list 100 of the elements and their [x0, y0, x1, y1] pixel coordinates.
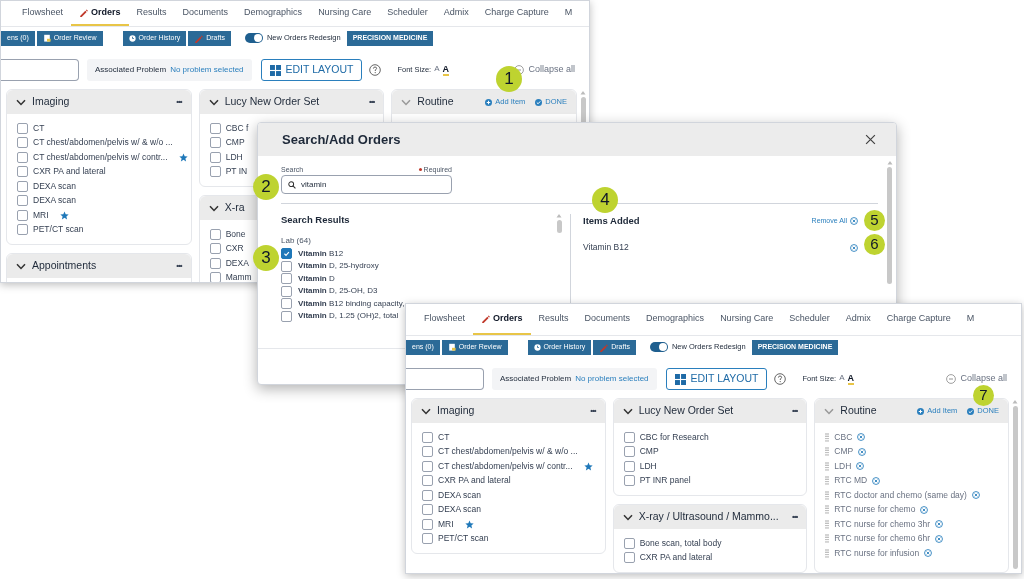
- checkbox[interactable]: [209, 228, 221, 240]
- order-item[interactable]: CMP: [639, 445, 659, 459]
- remove-icon[interactable]: [858, 447, 867, 456]
- order-item[interactable]: CT: [33, 121, 45, 135]
- remove-icon[interactable]: [856, 462, 865, 471]
- drag-handle-icon[interactable]: [825, 447, 830, 457]
- scrollbar-thumb[interactable]: [556, 220, 562, 233]
- checkbox[interactable]: [623, 552, 635, 564]
- checkbox[interactable]: [17, 137, 28, 149]
- order-item[interactable]: PET/CT scan: [438, 532, 489, 546]
- scroll-up-arrow-icon[interactable]: [580, 90, 586, 95]
- order-item[interactable]: DEXA scan: [438, 503, 481, 517]
- checkbox[interactable]: [281, 260, 292, 272]
- more-menu-button[interactable]: •••: [176, 260, 182, 272]
- checkbox[interactable]: [209, 137, 221, 149]
- tab[interactable]: Demographics: [236, 1, 311, 26]
- remove-icon[interactable]: [924, 549, 933, 558]
- tab[interactable]: Results: [128, 1, 175, 26]
- tab[interactable]: Charge Capture: [878, 304, 959, 335]
- order-item[interactable]: CT: [438, 430, 450, 444]
- chevron-down-icon[interactable]: [622, 513, 633, 521]
- checkbox[interactable]: [209, 166, 221, 178]
- order-item[interactable]: CT chest/abdomen/pelvis w/ contr...: [33, 150, 168, 164]
- more-menu-button[interactable]: •••: [791, 511, 798, 523]
- font-size-option[interactable]: A: [434, 65, 440, 75]
- problem-selector[interactable]: Associated Problem No problem selected: [87, 59, 252, 81]
- result-label[interactable]: Vitamin D: [298, 272, 335, 285]
- collapse-all-button[interactable]: Collapse all: [946, 372, 1007, 386]
- drag-handle-icon[interactable]: [825, 490, 830, 500]
- checkbox[interactable]: [209, 257, 221, 269]
- checkbox[interactable]: [209, 122, 221, 134]
- font-size-option[interactable]: A: [847, 373, 855, 385]
- remove-icon[interactable]: [971, 491, 980, 500]
- toggle-switch[interactable]: [244, 33, 263, 43]
- order-item[interactable]: MRI: [33, 208, 49, 222]
- tab[interactable]: Documents: [576, 304, 639, 335]
- order-item[interactable]: CXR PA and lateral: [33, 165, 106, 179]
- checkbox[interactable]: [17, 209, 28, 221]
- order-item[interactable]: CT chest/abdomen/pelvis w/ & w/o ...: [33, 136, 173, 150]
- order-item[interactable]: DEXA: [225, 256, 249, 270]
- drag-handle-icon[interactable]: [825, 461, 830, 471]
- input-field[interactable]: [1, 59, 79, 81]
- checkbox[interactable]: [281, 310, 292, 322]
- drag-handle-icon[interactable]: [825, 534, 830, 544]
- order-item[interactable]: CXR PA and lateral: [639, 551, 713, 565]
- order-item[interactable]: DEXA scan: [33, 179, 76, 193]
- chevron-down-icon[interactable]: [622, 407, 633, 415]
- checkbox[interactable]: [17, 195, 28, 207]
- checkbox[interactable]: [209, 151, 221, 163]
- result-label[interactable]: Vitamin B12: [298, 247, 344, 260]
- toggle-switch[interactable]: [649, 342, 668, 352]
- order-item[interactable]: MRI: [438, 517, 454, 531]
- scroll-up-arrow-icon[interactable]: [556, 213, 562, 218]
- close-icon[interactable]: [865, 134, 876, 145]
- checkbox[interactable]: [422, 489, 433, 501]
- checkbox[interactable]: [17, 122, 28, 134]
- drag-handle-icon[interactable]: [825, 519, 830, 529]
- input-field[interactable]: [406, 368, 484, 390]
- scrollbar-thumb[interactable]: [887, 167, 892, 284]
- edit-layout-button[interactable]: EDIT LAYOUT: [665, 368, 768, 390]
- checkbox[interactable]: [281, 285, 292, 297]
- result-label[interactable]: Vitamin D, 25-OH, D3: [298, 285, 378, 297]
- checkbox[interactable]: [17, 166, 28, 178]
- problem-link[interactable]: No problem selected: [170, 64, 244, 76]
- checkbox[interactable]: [422, 475, 433, 487]
- tab[interactable]: Nursing Care: [310, 1, 380, 26]
- checkbox[interactable]: [623, 537, 635, 549]
- remove-icon[interactable]: [850, 217, 858, 226]
- more-menu-button[interactable]: •••: [590, 405, 596, 417]
- chevron-down-icon[interactable]: [208, 204, 219, 212]
- order-item[interactable]: Bone scan, total body: [639, 536, 722, 550]
- tab[interactable]: Documents: [174, 1, 237, 26]
- order-item[interactable]: DEXA scan: [438, 488, 481, 502]
- result-label[interactable]: Vitamin B12 binding capacity,: [298, 297, 405, 310]
- checkbox[interactable]: [281, 248, 292, 259]
- tab[interactable]: M: [958, 304, 983, 335]
- order-item[interactable]: CXR PA and lateral: [438, 474, 511, 488]
- order-item[interactable]: PT INR panel: [639, 474, 691, 488]
- search-field[interactable]: vitamin: [281, 175, 452, 194]
- remove-icon[interactable]: [935, 520, 944, 529]
- more-menu-button[interactable]: •••: [176, 96, 182, 108]
- checkbox[interactable]: [422, 504, 433, 516]
- checkbox[interactable]: [422, 460, 433, 472]
- order-item[interactable]: LDH: [639, 459, 657, 473]
- tab[interactable]: M: [556, 1, 581, 26]
- order-item[interactable]: CT chest/abdomen/pelvis w/ contr...: [438, 459, 573, 473]
- checkbox[interactable]: [17, 224, 28, 236]
- checkbox[interactable]: [422, 533, 433, 545]
- scrollbar-thumb[interactable]: [1012, 406, 1018, 569]
- problem-selector[interactable]: Associated Problem No problem selected: [492, 368, 657, 390]
- help-icon[interactable]: [774, 373, 787, 385]
- tab[interactable]: Orders: [473, 304, 531, 335]
- tab[interactable]: Charge Capture: [476, 1, 557, 26]
- order-item[interactable]: Bone: [225, 227, 246, 241]
- chevron-down-icon[interactable]: [16, 262, 26, 270]
- font-size-option[interactable]: A: [839, 374, 845, 384]
- checkbox[interactable]: [281, 273, 292, 284]
- tab[interactable]: Admix: [837, 304, 879, 335]
- checkbox[interactable]: [623, 475, 635, 487]
- remove-icon[interactable]: [857, 433, 866, 442]
